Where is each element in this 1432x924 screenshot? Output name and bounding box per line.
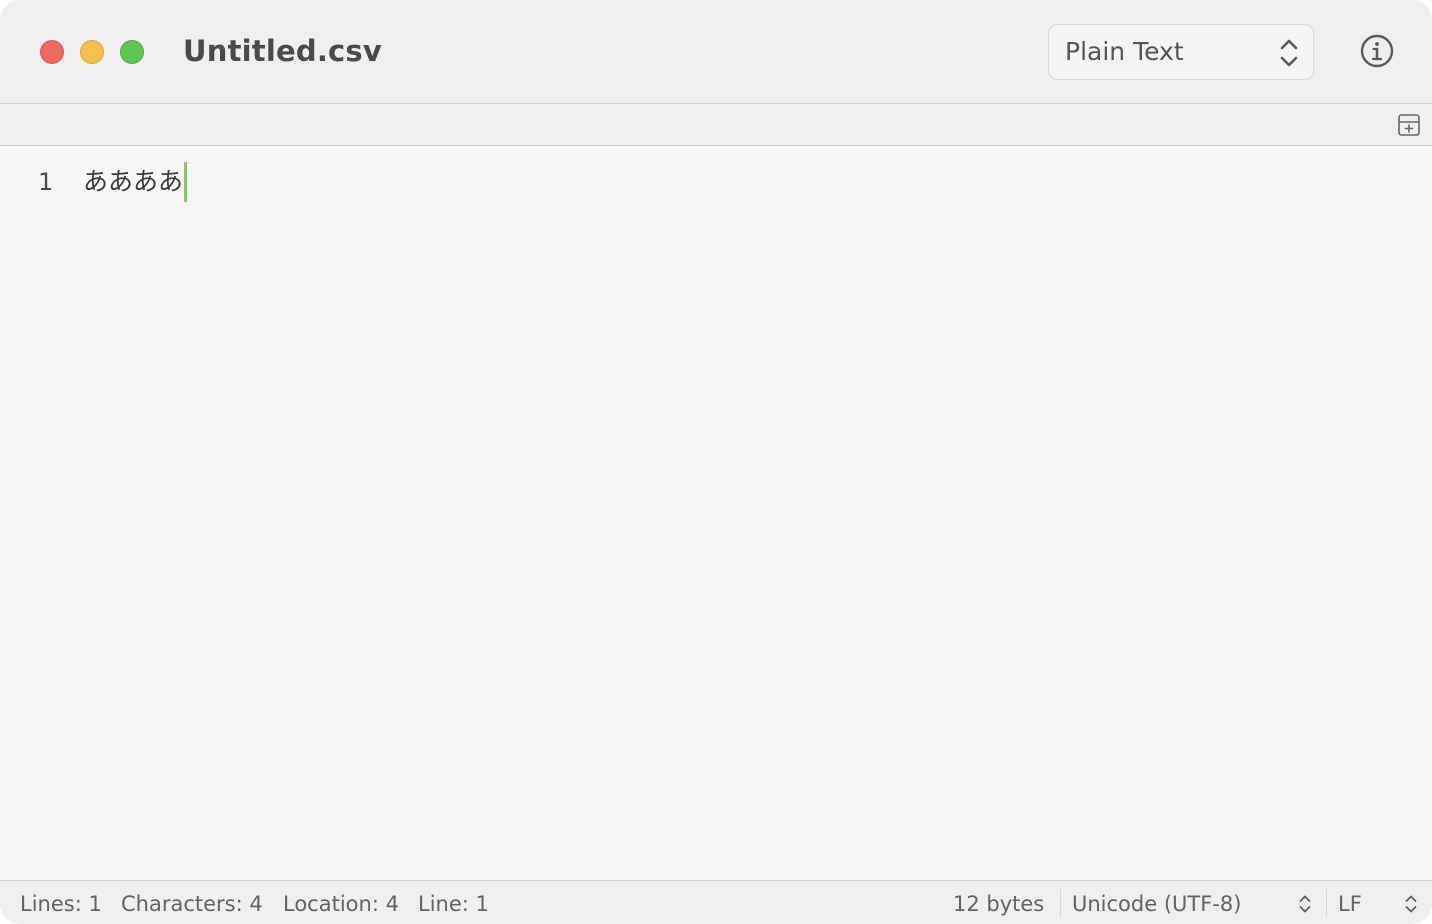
info-icon[interactable] (1360, 34, 1394, 68)
split-editor-icon[interactable] (1398, 114, 1420, 136)
text-editor-area[interactable]: 1 ああああ (0, 146, 1432, 880)
line-ending-select-label[interactable]: LF (1338, 890, 1362, 918)
syntax-mode-select[interactable]: Plain Text (1048, 24, 1314, 80)
status-bar: Lines: 1 Characters: 4 Location: 4 Line:… (0, 880, 1432, 924)
status-line: Line: 1 (418, 892, 489, 916)
status-separator (1060, 889, 1061, 917)
line-ending-chevron-icon[interactable] (1404, 894, 1418, 914)
status-file-size: 12 bytes (953, 892, 1045, 916)
line-text[interactable]: ああああ (83, 164, 183, 200)
line-number: 1 (38, 168, 54, 196)
text-caret (184, 162, 188, 202)
title-bar: Untitled.csv Plain Text (0, 0, 1432, 104)
close-window-button[interactable] (40, 40, 64, 64)
editor-window: Untitled.csv Plain Text 1 ああああ Lines: 1 … (0, 0, 1432, 924)
status-location: Location: 4 (283, 892, 399, 916)
up-down-chevron-icon (1280, 39, 1298, 67)
encoding-chevron-icon[interactable] (1298, 894, 1312, 914)
status-characters-count: Characters: 4 (121, 892, 263, 916)
editor-toolbar-strip (0, 104, 1432, 146)
document-title[interactable]: Untitled.csv (183, 32, 382, 70)
status-lines-count: Lines: 1 (20, 892, 102, 916)
zoom-window-button[interactable] (120, 40, 144, 64)
encoding-select-label[interactable]: Unicode (UTF-8) (1072, 890, 1241, 918)
syntax-mode-label: Plain Text (1065, 37, 1184, 66)
status-separator (1326, 889, 1327, 917)
minimize-window-button[interactable] (80, 40, 104, 64)
editor-line[interactable]: ああああ (83, 162, 188, 202)
